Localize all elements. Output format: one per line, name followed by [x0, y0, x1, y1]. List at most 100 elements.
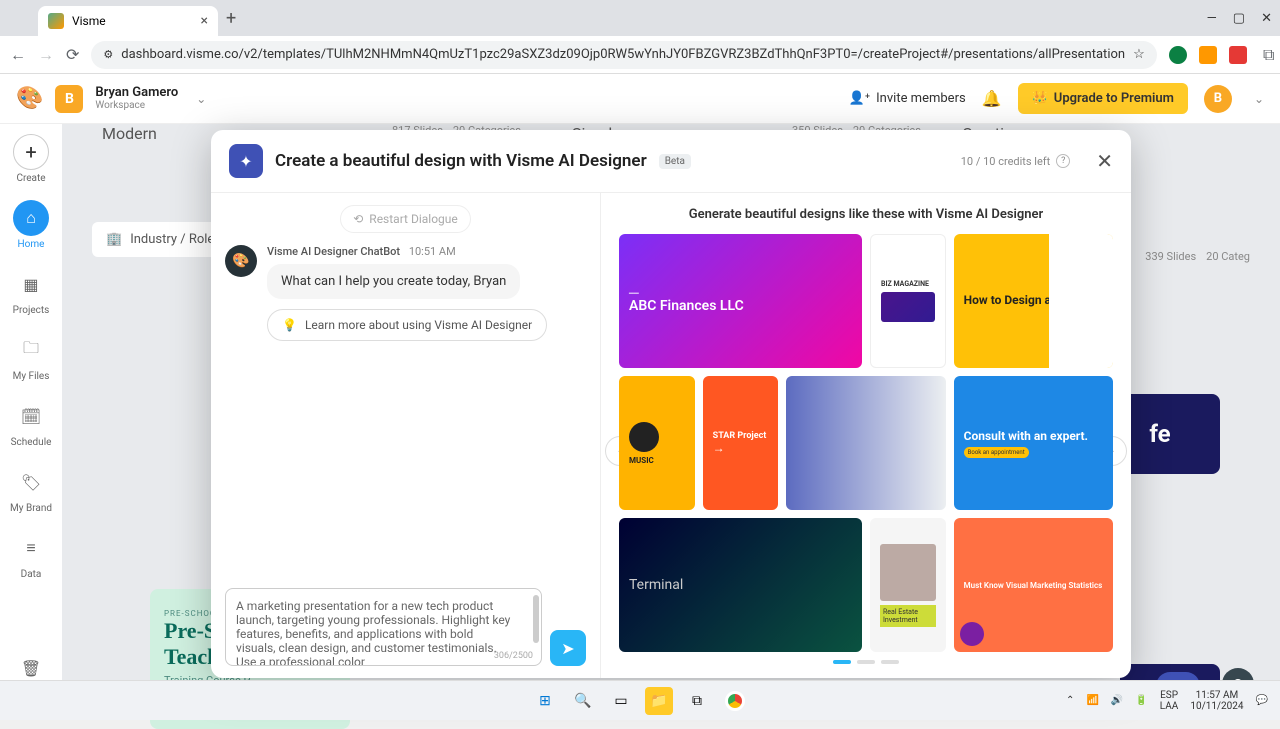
bot-avatar-icon: 🎨	[225, 245, 257, 277]
extension-icon[interactable]	[1229, 46, 1247, 64]
url-input[interactable]: ⚙ dashboard.visme.co/v2/templates/TUlhM2…	[91, 41, 1156, 69]
scrollbar[interactable]	[533, 595, 539, 643]
bot-name: Visme AI Designer ChatBot	[267, 245, 400, 258]
gallery-title: Generate beautiful designs like these wi…	[619, 207, 1113, 222]
template-thumb[interactable]: Real Estate Investment	[870, 518, 946, 652]
chrome-icon[interactable]	[721, 687, 749, 715]
minimize-icon[interactable]: —	[1207, 11, 1217, 26]
send-button[interactable]: ➤	[550, 630, 586, 666]
prompt-input[interactable]: A marketing presentation for a new tech …	[225, 588, 542, 666]
industry-filter[interactable]: 🏢 Industry / Role	[92, 222, 228, 257]
reload-icon[interactable]: ⟳	[66, 45, 79, 64]
explorer-icon[interactable]: 📁	[645, 687, 673, 715]
workspace-switcher[interactable]: Bryan Gamero Workspace	[95, 85, 178, 113]
tray-chevron-icon[interactable]: ⌃	[1066, 695, 1074, 706]
template-thumb[interactable]: MUSIC	[619, 376, 695, 510]
sidebar-item-myfiles[interactable]: 🗀 My Files	[13, 332, 50, 382]
sidebar-item-create[interactable]: + Create	[13, 134, 49, 184]
template-thumb[interactable]	[786, 376, 945, 510]
clock[interactable]: 11:57 AM 10/11/2024	[1190, 690, 1243, 712]
plus-icon: +	[13, 134, 49, 170]
calendar-icon: 🗓	[13, 398, 49, 434]
slack-icon[interactable]: ⧉	[683, 687, 711, 715]
refresh-icon: ⟲	[353, 212, 363, 226]
ai-designer-dialog: ✦ Create a beautiful design with Visme A…	[211, 130, 1131, 678]
browser-tab-strip: Visme × + — ▢ ✕	[0, 0, 1280, 36]
url-text: dashboard.visme.co/v2/templates/TUlhM2NH…	[121, 47, 1125, 62]
restart-dialogue-button[interactable]: ⟲ Restart Dialogue	[340, 205, 471, 233]
chevron-down-icon[interactable]: ⌄	[196, 92, 206, 106]
carousel-dot[interactable]	[857, 660, 875, 664]
credits-text: 10 / 10 credits left	[961, 155, 1050, 168]
upgrade-button[interactable]: 👑 Upgrade to Premium	[1018, 83, 1188, 114]
template-thumb[interactable]: BIZ MAGAZINE	[870, 234, 946, 368]
search-icon[interactable]: 🔍	[569, 687, 597, 715]
building-icon: 🏢	[106, 232, 122, 247]
extension-icon[interactable]	[1169, 46, 1187, 64]
lightbulb-icon: 💡	[282, 318, 297, 332]
crown-icon: 👑	[1032, 91, 1048, 106]
beta-badge: Beta	[659, 154, 691, 169]
workspace-badge[interactable]: B	[55, 85, 83, 113]
close-dialog-button[interactable]: ✕	[1096, 149, 1113, 173]
sidebar-item-home[interactable]: ⌂ Home	[13, 200, 49, 250]
forward-icon[interactable]: →	[38, 45, 54, 65]
char-count: 306/2500	[494, 651, 533, 661]
gallery-pane: Generate beautiful designs like these wi…	[601, 193, 1131, 678]
workspace-label: Workspace	[95, 100, 178, 112]
wifi-icon[interactable]: 📶	[1086, 695, 1098, 706]
carousel-dots	[619, 660, 1113, 664]
template-thumb[interactable]: Terminal	[619, 518, 862, 652]
bot-timestamp: 10:51 AM	[409, 245, 456, 258]
home-icon: ⌂	[13, 200, 49, 236]
ai-designer-icon: ✦	[229, 144, 263, 178]
template-thumb[interactable]: Consult with an expert.Book an appointme…	[954, 376, 1113, 510]
extension-icon[interactable]	[1199, 46, 1217, 64]
carousel-dot[interactable]	[881, 660, 899, 664]
site-settings-icon[interactable]: ⚙	[103, 48, 113, 61]
taskview-icon[interactable]: ▭	[607, 687, 635, 715]
windows-taskbar: ⊞ 🔍 ▭ 📁 ⧉ ⌃ 📶 🔊 🔋 ESP LAA 11:57 AM 10/11…	[0, 680, 1280, 720]
send-icon: ➤	[561, 639, 574, 658]
tab-title: Visme	[72, 14, 106, 28]
chevron-down-icon[interactable]: ⌄	[1254, 92, 1264, 106]
close-tab-icon[interactable]: ×	[201, 13, 208, 29]
chat-pane: ⟲ Restart Dialogue 🎨 Visme AI Designer C…	[211, 193, 601, 678]
learn-more-button[interactable]: 💡 Learn more about using Visme AI Design…	[267, 309, 547, 341]
user-avatar[interactable]: B	[1204, 85, 1232, 113]
main-content: Modern 817 Slides 20 Categories Simple 3…	[62, 124, 1280, 720]
sidebar-item-projects[interactable]: ▦ Projects	[13, 266, 50, 316]
start-icon[interactable]: ⊞	[531, 687, 559, 715]
extensions-icon[interactable]: ⧉	[1259, 45, 1279, 65]
info-icon[interactable]: ?	[1056, 154, 1070, 168]
sidebar-item-schedule[interactable]: 🗓 Schedule	[11, 398, 52, 448]
language-indicator[interactable]: ESP LAA	[1160, 690, 1179, 712]
sidebar-item-mybrand[interactable]: 🏷 My Brand	[10, 464, 52, 514]
folder-icon: 🗀	[13, 332, 49, 368]
database-icon: ≡	[13, 530, 49, 566]
template-thumb[interactable]: How to Design a Font	[954, 234, 1113, 368]
notifications-tray-icon[interactable]: 💬	[1256, 695, 1268, 706]
bot-message: What can I help you create today, Bryan	[267, 264, 520, 299]
carousel-dot[interactable]	[833, 660, 851, 664]
new-tab-button[interactable]: +	[226, 8, 236, 29]
visme-logo-icon[interactable]: 🎨	[16, 86, 43, 111]
invite-members-button[interactable]: 👤⁺ Invite members	[849, 91, 966, 106]
browser-tab[interactable]: Visme ×	[38, 6, 218, 36]
close-window-icon[interactable]: ✕	[1261, 11, 1272, 26]
volume-icon[interactable]: 🔊	[1111, 695, 1123, 706]
user-plus-icon: 👤⁺	[849, 91, 870, 106]
category-title: Modern	[102, 124, 157, 143]
sidebar-item-data[interactable]: ≡ Data	[13, 530, 49, 580]
user-name: Bryan Gamero	[95, 85, 178, 101]
template-thumb[interactable]: ━━ABC Finances LLC	[619, 234, 862, 368]
battery-icon[interactable]: 🔋	[1135, 695, 1147, 706]
notifications-icon[interactable]: 🔔	[982, 89, 1002, 108]
maximize-icon[interactable]: ▢	[1233, 11, 1245, 26]
grid-icon: ▦	[13, 266, 49, 302]
template-thumb[interactable]: Must Know Visual Marketing Statistics	[954, 518, 1113, 652]
left-sidebar: + Create ⌂ Home ▦ Projects 🗀 My Files 🗓 …	[0, 124, 62, 720]
bookmark-star-icon[interactable]: ☆	[1133, 47, 1145, 62]
back-icon[interactable]: ←	[10, 45, 26, 65]
template-thumb[interactable]: STAR Project→	[703, 376, 779, 510]
